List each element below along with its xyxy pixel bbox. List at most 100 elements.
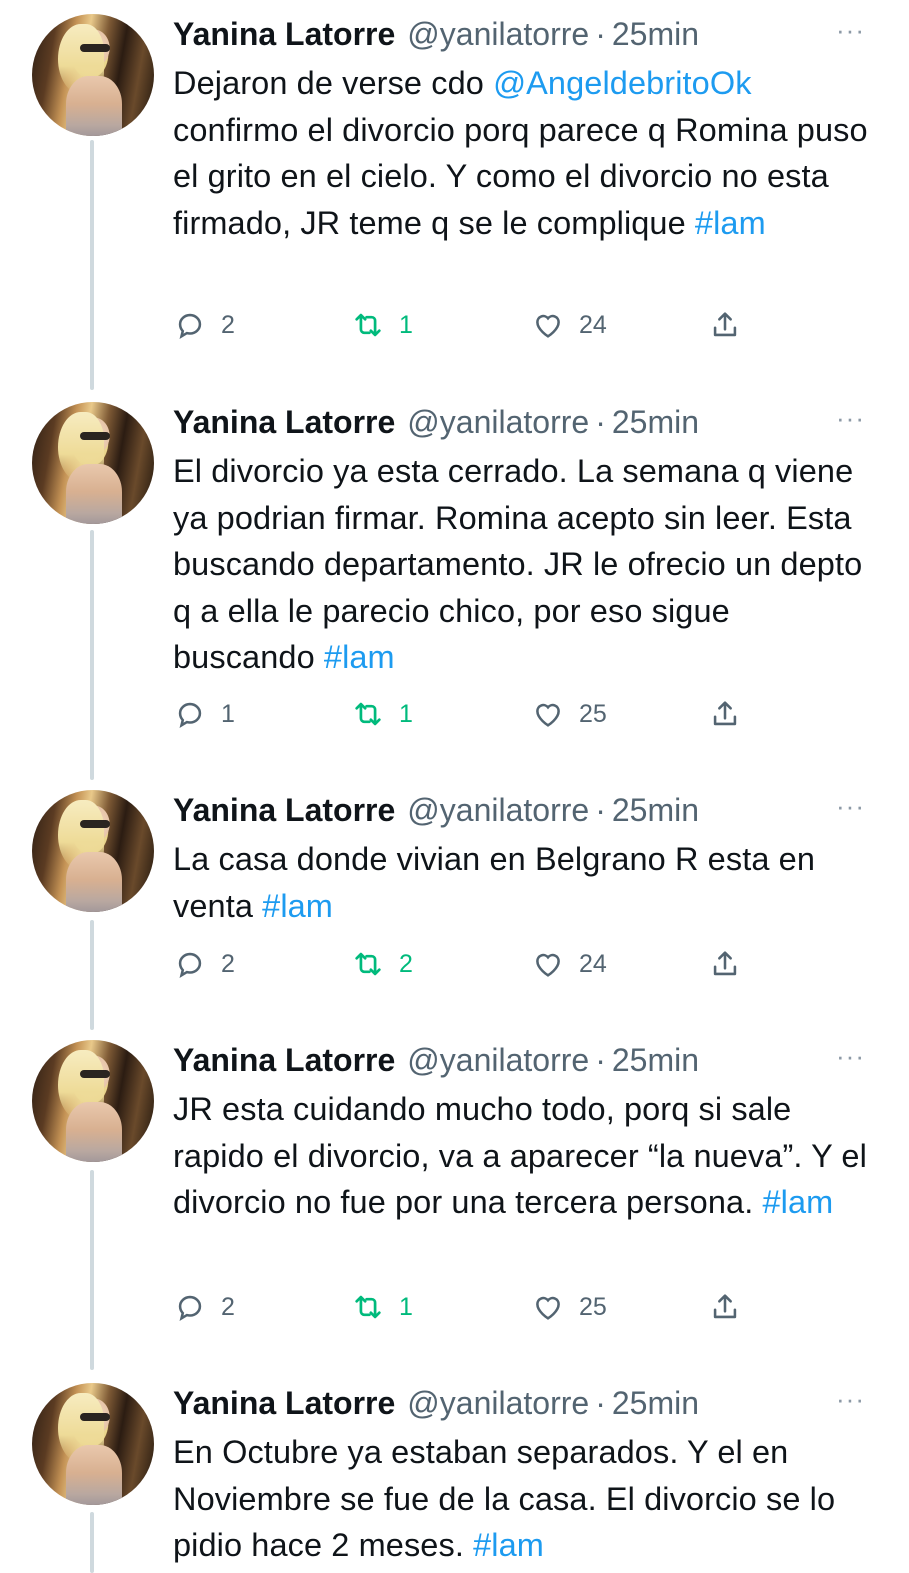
timestamp[interactable]: 25min (612, 1383, 699, 1423)
retweet-count: 2 (399, 949, 413, 978)
heart-icon (536, 703, 560, 727)
hashtag-link[interactable]: #lam (695, 205, 766, 241)
thread-line (90, 530, 94, 780)
reply-icon (178, 952, 202, 979)
retweet-icon (355, 313, 381, 337)
tweet-actions: 2 2 24 (173, 944, 773, 984)
mention-link[interactable]: @AngeldebritoOk (493, 65, 752, 101)
reply-button[interactable]: 1 (173, 694, 235, 734)
author-name[interactable]: Yanina Latorre (173, 1383, 395, 1423)
separator: · (595, 16, 606, 52)
avatar[interactable] (32, 1040, 154, 1162)
like-count: 25 (579, 1292, 607, 1321)
tweet-text: En Octubre ya estaban separados. Y el en… (173, 1429, 869, 1569)
more-icon[interactable]: ··· (836, 405, 865, 431)
tweet-actions: 1 1 25 (173, 694, 773, 734)
retweet-count: 1 (399, 1292, 413, 1321)
thread-line (90, 140, 94, 390)
retweet-button[interactable]: 1 (351, 305, 413, 345)
author-name[interactable]: Yanina Latorre (173, 402, 395, 442)
share-icon (713, 312, 737, 337)
thread-line (90, 920, 94, 1030)
like-button[interactable]: 25 (531, 1287, 607, 1327)
heart-icon (536, 1296, 560, 1320)
reply-count: 2 (221, 949, 235, 978)
share-icon (713, 951, 737, 976)
retweet-button[interactable]: 2 (351, 944, 413, 984)
hashtag-link[interactable]: #lam (473, 1527, 544, 1563)
share-button[interactable] (708, 944, 742, 984)
tweet-text: El divorcio ya esta cerrado. La semana q… (173, 448, 869, 681)
retweet-count: 1 (399, 310, 413, 339)
tweet-header: Yanina Latorre @yanilatorre · 25min (173, 14, 869, 54)
tweet-text: La casa donde vivian en Belgrano R esta … (173, 836, 869, 929)
tweet-text: Dejaron de verse cdo @AngeldebritoOk con… (173, 60, 869, 246)
author-handle[interactable]: @yanilatorre (407, 14, 589, 54)
author-handle[interactable]: @yanilatorre (407, 1040, 589, 1080)
author-name[interactable]: Yanina Latorre (173, 14, 395, 54)
retweet-icon (355, 702, 381, 726)
retweet-button[interactable]: 1 (351, 1287, 413, 1327)
retweet-button[interactable]: 1 (351, 694, 413, 734)
avatar[interactable] (32, 1383, 154, 1505)
reply-button[interactable]: 2 (173, 944, 235, 984)
author-handle[interactable]: @yanilatorre (407, 1383, 589, 1423)
timestamp[interactable]: 25min (612, 1040, 699, 1080)
avatar[interactable] (32, 14, 154, 136)
hashtag-link[interactable]: #lam (762, 1184, 833, 1220)
more-icon[interactable]: ··· (836, 793, 865, 819)
reply-count: 1 (221, 699, 235, 728)
separator: · (595, 404, 606, 440)
hashtag-link[interactable]: #lam (262, 888, 333, 924)
share-button[interactable] (708, 305, 742, 345)
more-icon[interactable]: ··· (836, 1043, 865, 1069)
reply-icon (178, 1295, 202, 1322)
timestamp[interactable]: 25min (612, 14, 699, 54)
reply-count: 2 (221, 310, 235, 339)
text-segment: Dejaron de verse cdo (173, 65, 494, 101)
tweet-text: JR esta cuidando mucho todo, porq si sal… (173, 1086, 869, 1226)
tweet-header: Yanina Latorre @yanilatorre · 25min (173, 1040, 869, 1080)
reply-button[interactable]: 2 (173, 1287, 235, 1327)
share-icon (713, 1294, 737, 1319)
like-count: 24 (579, 310, 607, 339)
more-icon[interactable]: ··· (836, 17, 865, 43)
tweet-header: Yanina Latorre @yanilatorre · 25min (173, 402, 869, 442)
tweet-actions: 2 1 24 (173, 305, 773, 345)
share-button[interactable] (708, 1287, 742, 1327)
timestamp[interactable]: 25min (612, 402, 699, 442)
like-count: 25 (579, 699, 607, 728)
avatar[interactable] (32, 402, 154, 524)
share-icon (713, 701, 737, 726)
author-handle[interactable]: @yanilatorre (407, 402, 589, 442)
like-count: 24 (579, 949, 607, 978)
more-icon[interactable]: ··· (836, 1386, 865, 1412)
retweet-icon (355, 1295, 381, 1319)
heart-icon (536, 953, 560, 977)
author-name[interactable]: Yanina Latorre (173, 790, 395, 830)
reply-icon (178, 702, 202, 729)
separator: · (595, 1042, 606, 1078)
hashtag-link[interactable]: #lam (324, 639, 395, 675)
text-segment: El divorcio ya esta cerrado. La semana q… (173, 453, 863, 675)
author-handle[interactable]: @yanilatorre (407, 790, 589, 830)
tweet-header: Yanina Latorre @yanilatorre · 25min (173, 790, 869, 830)
thread-line (90, 1170, 94, 1370)
tweet-header: Yanina Latorre @yanilatorre · 25min (173, 1383, 869, 1423)
like-button[interactable]: 24 (531, 305, 607, 345)
timestamp[interactable]: 25min (612, 790, 699, 830)
reply-button[interactable]: 2 (173, 305, 235, 345)
like-button[interactable]: 25 (531, 694, 607, 734)
author-name[interactable]: Yanina Latorre (173, 1040, 395, 1080)
separator: · (595, 792, 606, 828)
like-button[interactable]: 24 (531, 944, 607, 984)
reply-count: 2 (221, 1292, 235, 1321)
thread-line (90, 1512, 94, 1573)
reply-icon (178, 313, 202, 340)
retweet-icon (355, 952, 381, 976)
retweet-count: 1 (399, 699, 413, 728)
avatar[interactable] (32, 790, 154, 912)
tweet-actions: 2 1 25 (173, 1287, 773, 1327)
separator: · (595, 1385, 606, 1421)
share-button[interactable] (708, 694, 742, 734)
